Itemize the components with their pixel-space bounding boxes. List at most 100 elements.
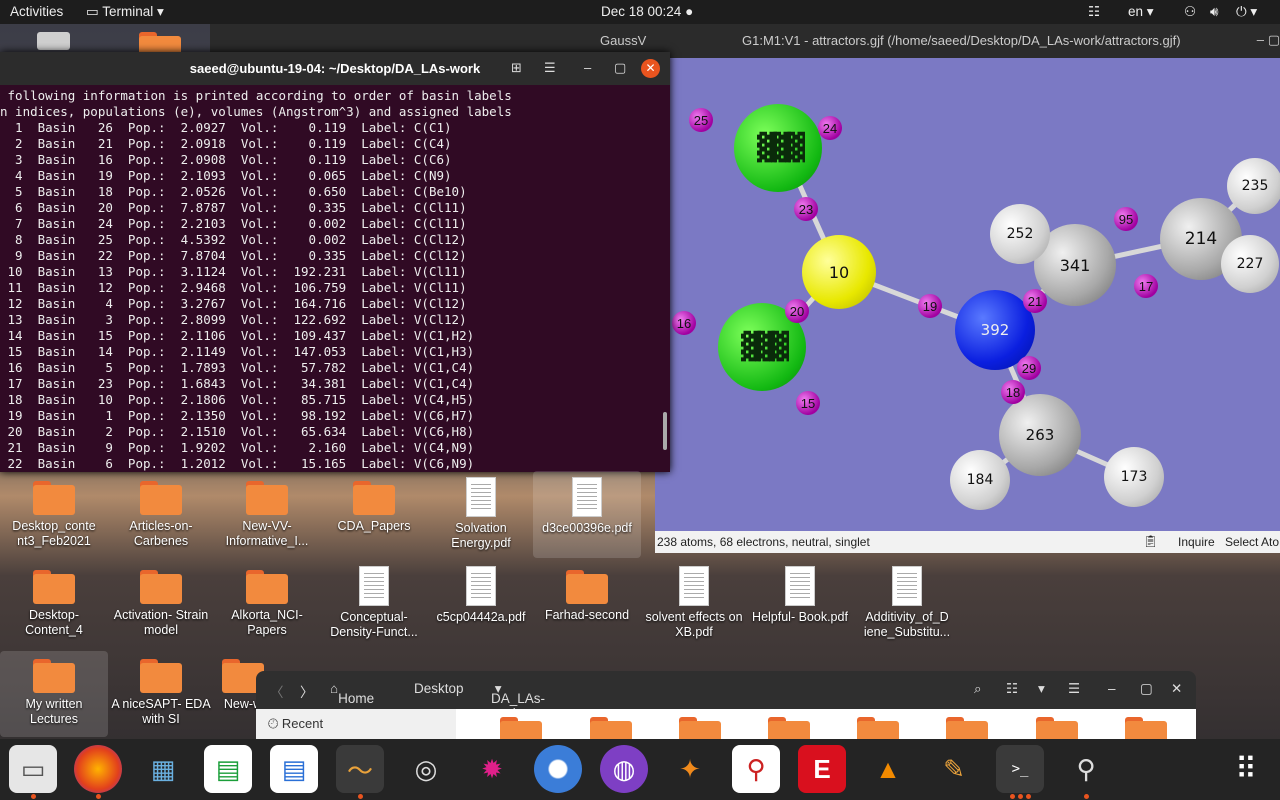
critical-point[interactable]: 16 [672, 311, 696, 335]
terminal-output[interactable]: following information is printed accordi… [0, 88, 662, 472]
critical-point[interactable]: 19 [918, 294, 942, 318]
folder-icon[interactable] [946, 717, 988, 739]
folder-icon[interactable] [679, 717, 721, 739]
forward-icon[interactable]: 〉 [300, 681, 314, 701]
firefox-icon[interactable] [74, 745, 122, 793]
terminal-icon[interactable]: >_ [996, 745, 1044, 793]
desktop-folder[interactable]: Articles-on- Carbenes [107, 481, 215, 549]
chromium-icon[interactable] [534, 745, 582, 793]
writer-icon[interactable]: ▤ [270, 745, 318, 793]
tor-icon[interactable]: ◍ [600, 745, 648, 793]
close-icon[interactable]: ✕ [641, 59, 660, 78]
atom-10[interactable]: 10 [802, 235, 876, 309]
desktop-folder[interactable]: A niceSAPT- EDA with SI [107, 659, 215, 727]
language-selector[interactable]: en ▾ [1128, 4, 1154, 20]
paint-icon[interactable]: ✎ [930, 745, 978, 793]
desktop-folder[interactable]: Activation- Strain model [107, 570, 215, 638]
folder-icon[interactable] [590, 717, 632, 739]
home-crumb[interactable]: ⌂ Home [330, 681, 374, 706]
app-grid-icon[interactable]: ⠿ [1222, 745, 1270, 793]
window-maximize-button[interactable]: ▢ [1268, 32, 1280, 48]
minimize-icon[interactable]: – [1108, 681, 1116, 696]
desktop-folder[interactable]: Desktop_conte nt3_Feb2021 [0, 481, 108, 549]
close-icon[interactable]: ✕ [1171, 681, 1182, 697]
folder-icon[interactable] [1036, 717, 1078, 739]
calc-icon[interactable]: ▤ [204, 745, 252, 793]
desktop-folder[interactable]: New-VV- Informative_I... [213, 481, 321, 549]
avogadro-icon[interactable]: ✹ [468, 745, 516, 793]
chevron-down-icon[interactable]: ▾ [1038, 681, 1045, 697]
search-icon[interactable]: ⌕ [974, 681, 982, 697]
desktop-pdf[interactable]: Additivity_of_D iene_Substitu... [853, 566, 961, 640]
desktop-pdf[interactable]: solvent effects on XB.pdf [640, 566, 748, 640]
critical-point[interactable]: 95 [1114, 207, 1138, 231]
volume-icon[interactable]: 🔊︎ [1210, 4, 1219, 20]
list-view-icon[interactable]: ☷ [1006, 681, 1018, 697]
atom-173[interactable]: 173 [1104, 447, 1164, 507]
monitor-icon[interactable]: 〜 [336, 745, 384, 793]
inquire-mode[interactable]: Inquire [1178, 535, 1215, 549]
app-menu[interactable]: ▭ Terminal ▾ [86, 4, 164, 20]
atom-227[interactable]: 227 [1221, 235, 1279, 293]
folder-icon[interactable] [857, 717, 899, 739]
critical-point[interactable]: 23 [794, 197, 818, 221]
maximize-icon[interactable]: ▢ [614, 60, 626, 76]
minimize-icon[interactable]: – [584, 60, 591, 75]
molden-icon[interactable]: ✦ [666, 745, 714, 793]
iqmol-icon[interactable]: ⚲ [732, 745, 780, 793]
desktop-folder[interactable]: My written Lectures [0, 651, 108, 737]
notes-icon[interactable]: ☷ [1088, 4, 1100, 20]
desktop-folder[interactable]: Farhad-second [533, 570, 641, 623]
molecule-viewport[interactable]: ▓▓▓ ▓▓▓ 10 392 341 214 252 235 227 263 1… [655, 58, 1280, 531]
critical-point[interactable]: 21 [1023, 289, 1047, 313]
desktop-folder[interactable]: Alkorta_NCI- Papers [213, 570, 321, 638]
folder-icon[interactable] [500, 717, 542, 739]
desktop-pdf[interactable]: c5cp04442a.pdf [427, 566, 535, 625]
menu-icon[interactable]: ☰ [1068, 681, 1080, 697]
atom-cl-top[interactable]: ▓▓▓ [734, 104, 822, 192]
desktop-pdf[interactable]: Solvation Energy.pdf [427, 477, 535, 551]
critical-point[interactable]: 17 [1134, 274, 1158, 298]
files-grid[interactable] [456, 709, 1196, 739]
power-icon[interactable]: ⏻ ▾ [1236, 4, 1257, 20]
folder-icon[interactable] [768, 717, 810, 739]
critical-point[interactable]: 20 [785, 299, 809, 323]
atom-252[interactable]: 252 [990, 204, 1050, 264]
desktop-folder[interactable]: Desktop- Content_4 [0, 570, 108, 638]
select-atom-mode[interactable]: Select Ato [1225, 535, 1279, 549]
atom-184[interactable]: 184 [950, 450, 1010, 510]
folder-icon[interactable] [1125, 717, 1167, 739]
desktop-folder-partial[interactable] [37, 32, 70, 50]
desktop-pdf[interactable]: Conceptual- Density-Funct... [320, 566, 428, 640]
window-minimize-button[interactable]: – [1257, 32, 1264, 47]
vlc-icon[interactable]: ▲ [864, 745, 912, 793]
editor-icon[interactable]: E [798, 745, 846, 793]
atom-235[interactable]: 235 [1227, 158, 1280, 214]
gaussian-icon[interactable]: ◎ [402, 745, 450, 793]
desktop-pdf[interactable]: d3ce00396e.pdf [533, 471, 641, 558]
current-crumb[interactable]: DA_LAs-work ▾ [491, 681, 545, 721]
maximize-icon[interactable]: ▢ [1140, 681, 1153, 697]
network-icon[interactable]: ⚇ [1184, 4, 1196, 20]
gaussview-icon[interactable]: ⚲ [1062, 745, 1110, 793]
clock[interactable]: Dec 18 00:24 ● [601, 4, 693, 19]
critical-point[interactable]: 25 [689, 108, 713, 132]
terminal-scrollbar[interactable] [663, 412, 667, 450]
desktop-crumb[interactable]: Desktop [414, 681, 464, 696]
chemcraft-icon[interactable]: ▦ [139, 745, 187, 793]
desktop-folder[interactable]: CDA_Papers [320, 481, 428, 534]
menu-icon[interactable]: ☰ [544, 60, 556, 76]
clipboard-icon[interactable]: 📋︎ [1143, 534, 1158, 548]
files-icon[interactable]: ▭ [9, 745, 57, 793]
files-window[interactable]: 〈 〉 ⌂ Home Desktop DA_LAs-work ▾ ⌕ ☷ ▾ ☰… [256, 671, 1196, 739]
back-icon[interactable]: 〈 [270, 681, 284, 701]
desktop-pdf[interactable]: Helpful- Book.pdf [746, 566, 854, 625]
atom-263[interactable]: 263 [999, 394, 1081, 476]
terminal-window[interactable]: saeed@ubuntu-19-04: ~/Desktop/DA_LAs-wor… [0, 52, 670, 472]
critical-point[interactable]: 24 [818, 116, 842, 140]
critical-point[interactable]: 29 [1017, 356, 1041, 380]
critical-point[interactable]: 15 [796, 391, 820, 415]
critical-point[interactable]: 18 [1001, 380, 1025, 404]
activities-button[interactable]: Activities [10, 4, 63, 19]
new-tab-icon[interactable]: ⊞ [511, 60, 522, 76]
